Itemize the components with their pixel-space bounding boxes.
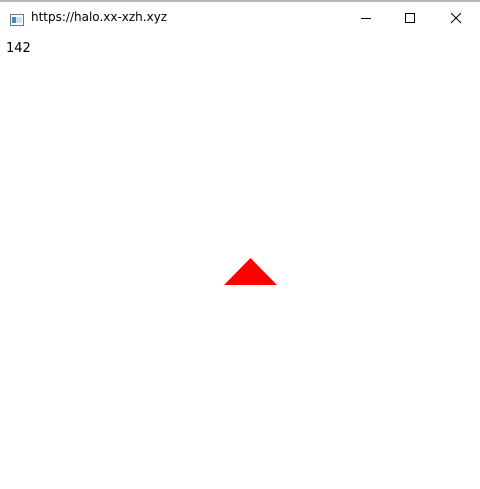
minimize-icon: [361, 18, 371, 19]
close-icon: [450, 12, 462, 24]
minimize-button[interactable]: [344, 4, 390, 34]
maximize-icon: [405, 13, 415, 23]
red-triangle: [224, 258, 277, 285]
page-content: 142: [0, 34, 480, 489]
window-title: https://halo.xx-xzh.xyz: [31, 10, 168, 24]
title-bar[interactable]: https://halo.xx-xzh.xyz: [0, 2, 480, 34]
close-button[interactable]: [434, 4, 480, 34]
counter-text: 142: [6, 41, 31, 56]
maximize-button[interactable]: [388, 4, 434, 34]
browser-page-icon: [10, 11, 24, 26]
browser-window: https://halo.xx-xzh.xyz 142: [0, 0, 480, 489]
